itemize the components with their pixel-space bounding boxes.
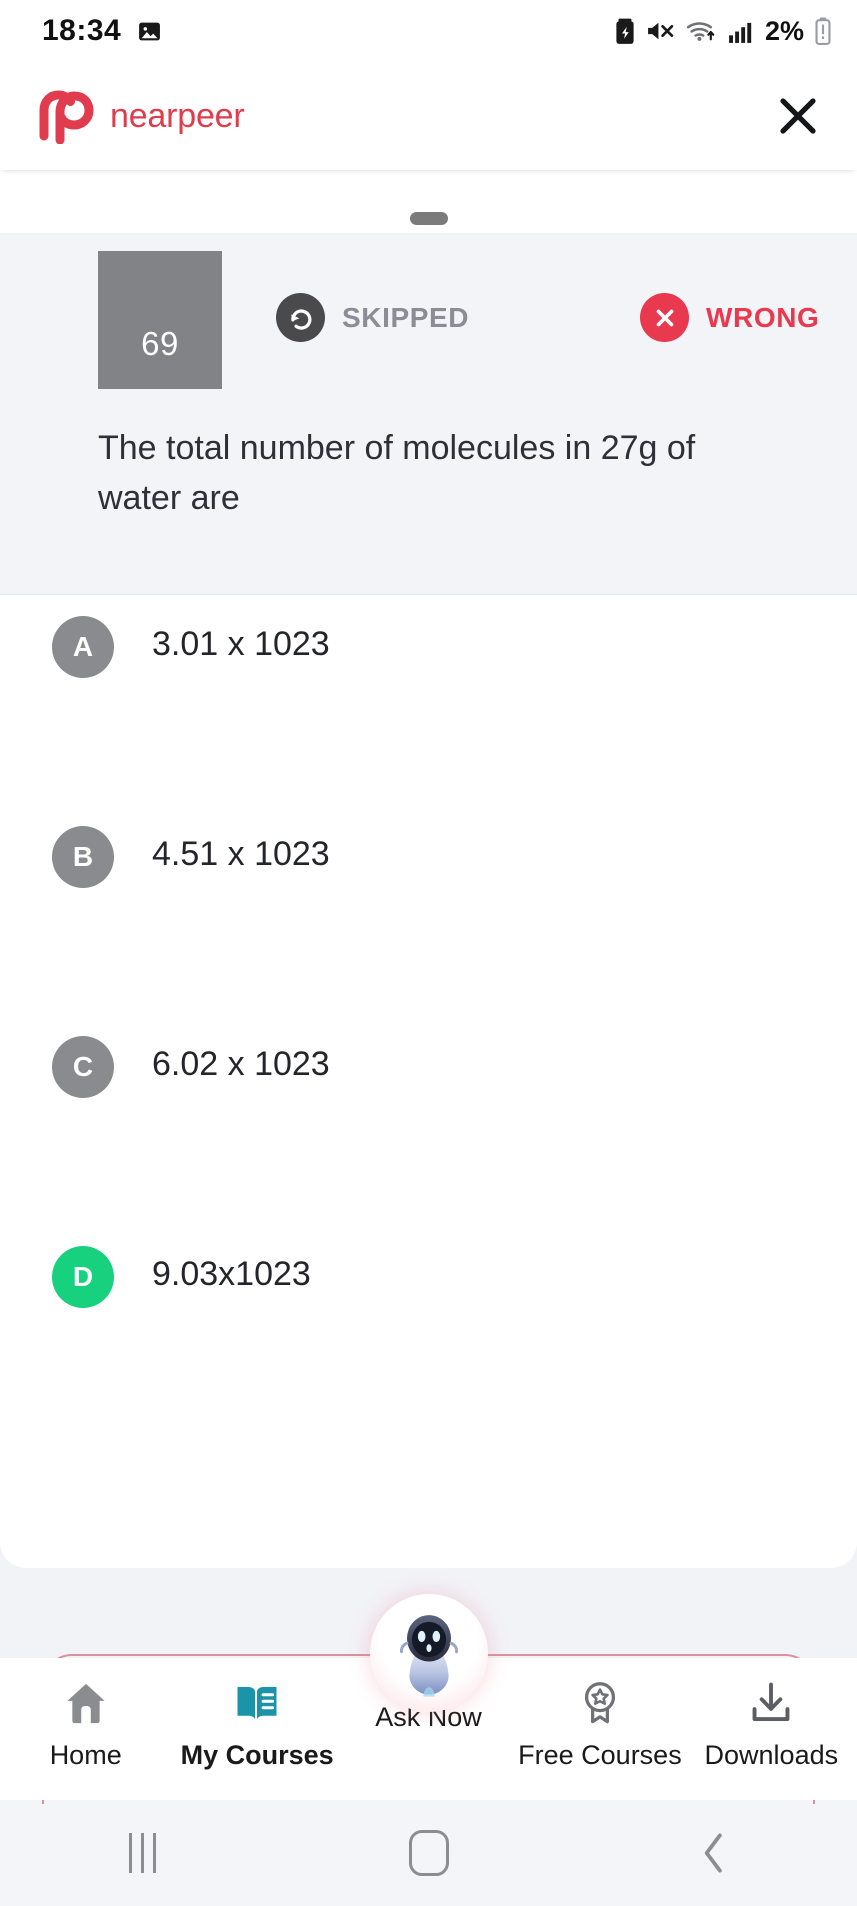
- status-badge-skipped: SKIPPED: [276, 293, 469, 342]
- recents-icon: [129, 1833, 157, 1873]
- nav-label-downloads: Downloads: [704, 1740, 839, 1770]
- book-icon: [231, 1672, 283, 1734]
- status-bar-notification-icons: [137, 19, 162, 44]
- option-row-a[interactable]: A 3.01 x 1023: [0, 595, 857, 805]
- nearpeer-mark-icon: [39, 90, 94, 144]
- sheet-drag-handle[interactable]: [409, 212, 448, 225]
- mute-icon: [648, 22, 674, 40]
- status-label-skipped: SKIPPED: [342, 301, 470, 333]
- nav-item-downloads[interactable]: Downloads: [686, 1658, 857, 1800]
- system-back-button[interactable]: [571, 1831, 857, 1875]
- status-bar: 18:34 2%: [0, 0, 857, 62]
- option-row-d[interactable]: D 9.03x1023: [0, 1225, 857, 1435]
- system-recents-button[interactable]: [0, 1833, 286, 1873]
- question-sheet: 69 SKIPPED WRONG The total number of mol…: [0, 170, 857, 1568]
- bottom-nav-bar: Home My Courses Ask Now Free Courses Dow…: [0, 1594, 857, 1800]
- robot-avatar-icon: [369, 1594, 488, 1712]
- nav-label-home: Home: [49, 1740, 122, 1770]
- bottom-navigation: Home My Courses Ask Now Free Courses Dow…: [0, 1568, 857, 1804]
- question-text: The total number of molecules in 27g of …: [98, 429, 696, 518]
- question-status-row: SKIPPED WRONG: [268, 293, 828, 353]
- close-icon: [780, 98, 816, 134]
- download-icon: [745, 1672, 797, 1734]
- question-number-box: 69: [98, 251, 222, 389]
- image-icon: [139, 22, 161, 40]
- status-bar-system-icons: 2%: [615, 16, 831, 47]
- app-screen: 18:34 2% nearpeer 69 SKIPPED WRONG The t…: [0, 0, 857, 1906]
- badge-icon: [574, 1672, 626, 1734]
- option-text-a: 3.01 x 1023: [152, 625, 330, 663]
- answer-options-list: A 3.01 x 1023 B 4.51 x 1023 C 6.02 x 102…: [0, 595, 857, 1435]
- question-panel: 69 SKIPPED WRONG The total number of mol…: [0, 233, 857, 595]
- option-text-b: 4.51 x 1023: [152, 835, 330, 873]
- status-label-wrong: WRONG: [706, 301, 820, 333]
- home-square-icon: [408, 1830, 449, 1876]
- question-number: 69: [141, 325, 179, 362]
- status-bar-clock: 18:34: [42, 14, 122, 47]
- nav-item-free-courses[interactable]: Free Courses: [514, 1658, 685, 1800]
- cross-circle-icon: [640, 293, 689, 342]
- status-badge-wrong: WRONG: [640, 293, 819, 342]
- option-letter-c: C: [52, 1036, 114, 1098]
- nav-item-home[interactable]: Home: [0, 1658, 171, 1800]
- nav-label-free-courses: Free Courses: [518, 1740, 682, 1770]
- option-letter-b: B: [52, 826, 114, 888]
- battery-icon: [815, 17, 831, 45]
- app-header: nearpeer: [0, 62, 857, 170]
- back-chevron-icon: [704, 1833, 722, 1873]
- home-icon: [60, 1672, 112, 1734]
- option-letter-a: A: [52, 616, 114, 678]
- option-letter-d: D: [52, 1246, 114, 1308]
- system-home-button[interactable]: [286, 1830, 572, 1876]
- close-button[interactable]: [771, 89, 825, 143]
- system-navigation-bar: [0, 1800, 857, 1906]
- option-row-c[interactable]: C 6.02 x 1023: [0, 1015, 857, 1225]
- nav-item-ask-now[interactable]: Ask Now: [343, 1594, 514, 1800]
- option-text-c: 6.02 x 1023: [152, 1045, 330, 1083]
- battery-saver-icon: [616, 18, 634, 44]
- option-row-b[interactable]: B 4.51 x 1023: [0, 805, 857, 1015]
- battery-percent-label: 2%: [764, 15, 804, 46]
- nav-label-my-courses: My Courses: [180, 1740, 334, 1770]
- option-text-d: 9.03x1023: [152, 1255, 311, 1293]
- brand-name: nearpeer: [110, 96, 245, 135]
- skip-arrow-icon: [276, 293, 325, 342]
- wifi-icon: [686, 22, 715, 41]
- nearpeer-logo: nearpeer: [38, 88, 245, 144]
- signal-icon: [729, 22, 752, 43]
- nav-item-my-courses[interactable]: My Courses: [171, 1658, 342, 1800]
